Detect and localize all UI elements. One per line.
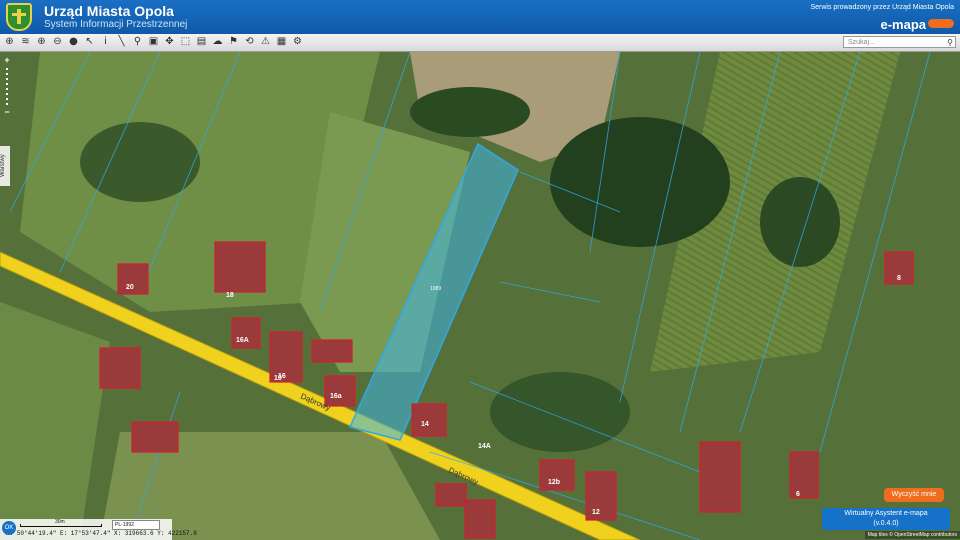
crs-select[interactable]: PL-1992 <box>112 520 160 530</box>
house-number-16a-upper: 16A <box>236 337 249 344</box>
pin-icon[interactable]: ⚑ <box>227 35 240 49</box>
map-attribution: Map tiles © OpenStreetMap contributors <box>864 531 960 539</box>
measure-line-icon[interactable]: ╲ <box>115 35 128 49</box>
layers-side-tab[interactable]: Warstwy <box>0 146 10 186</box>
layers-icon[interactable]: ≋ <box>19 35 32 49</box>
assistant-version: (v.0.4.0) <box>873 520 899 527</box>
app-title: Urząd Miasta Opola <box>44 3 174 19</box>
info-icon[interactable]: i <box>99 35 112 49</box>
house-number-10: 10 <box>274 375 282 382</box>
pan-icon[interactable]: ✥ <box>163 35 176 49</box>
tree-cluster-1 <box>410 87 530 137</box>
house-number-6: 6 <box>796 491 800 498</box>
app-subtitle: System Informacji Przestrzennej <box>44 19 188 30</box>
tree-cluster-4 <box>80 122 200 202</box>
zoom-in-button[interactable]: + <box>2 56 12 65</box>
tools-icon[interactable]: ⚙ <box>291 35 304 49</box>
app-header: Urząd Miasta Opola System Informacji Prz… <box>0 0 960 34</box>
house-number-12: 12 <box>592 509 600 516</box>
search-icon[interactable]: ⚲ <box>947 37 953 49</box>
house-number-16a-lower: 16a <box>330 393 342 400</box>
pointer-icon[interactable]: ↖ <box>83 35 96 49</box>
warning-icon[interactable]: ⚠ <box>259 35 272 49</box>
palette-icon[interactable]: ▦ <box>275 35 288 49</box>
zoom-level-step[interactable] <box>6 98 8 100</box>
zoom-level-step[interactable] <box>6 88 8 90</box>
search-placeholder: Szukaj... <box>848 39 875 46</box>
search-input[interactable]: Szukaj... ⚲ <box>843 36 956 48</box>
parcel-number-label: 1089 <box>430 286 441 292</box>
house-number-14a: 14A <box>478 443 491 450</box>
status-bar: 30m PL-1992 N: 50°44'19.4" E: 17°53'47.4… <box>0 519 197 540</box>
house-number-20: 20 <box>126 284 134 291</box>
forest-patch <box>550 117 730 247</box>
house-number-14: 14 <box>421 421 429 428</box>
virtual-assistant-button[interactable]: Wirtualny Asystent e-mapa (v.0.4.0) <box>822 508 950 530</box>
tool-buttons: ⊕ ≋ ⊕ ⊖ ● ↖ i ╲ ⚲ ▣ ✥ ⬚ ▤ ☁ ⚑ ⟲ ⚠ ▦ ⚙ <box>3 35 304 49</box>
zoom-level-step[interactable] <box>6 73 8 75</box>
zoom-level-step[interactable] <box>6 103 8 105</box>
full-extent-icon[interactable]: ● <box>67 35 80 49</box>
zoom-in-icon[interactable]: ⊕ <box>35 35 48 49</box>
zoom-level-step[interactable] <box>6 78 8 80</box>
table-icon[interactable]: ▤ <box>195 35 208 49</box>
print-icon[interactable]: ▣ <box>147 35 160 49</box>
measure-area-icon[interactable]: ⚲ <box>131 35 144 49</box>
globe-icon[interactable]: ⊕ <box>3 35 16 49</box>
aerial-map[interactable]: 20 18 16A 16 10 16a 14 14A 12b 12 8 6 Dą… <box>0 52 960 540</box>
zoom-level-step[interactable] <box>6 68 8 70</box>
served-by-text: Serwis prowadzony przez Urząd Miasta Opo… <box>810 4 954 11</box>
zoom-level-step[interactable] <box>6 83 8 85</box>
zoom-level-step[interactable] <box>6 93 8 95</box>
clear-button[interactable]: Wyczyść mnie <box>884 488 944 502</box>
emapa-logo <box>928 19 954 28</box>
scale-label: 30m <box>55 519 65 525</box>
assistant-title: Wirtualny Asystent e-mapa <box>844 510 928 517</box>
route-icon[interactable]: ⟲ <box>243 35 256 49</box>
zoom-out-button[interactable]: − <box>2 108 12 117</box>
cloud-icon[interactable]: ☁ <box>211 35 224 49</box>
ok-button[interactable]: OK <box>2 521 16 535</box>
coordinate-readout: N: 50°44'19.4" E: 17°53'47.4" X: 319663.… <box>6 530 197 537</box>
toolbar: ⊕ ≋ ⊕ ⊖ ● ↖ i ╲ ⚲ ▣ ✥ ⬚ ▤ ☁ ⚑ ⟲ ⚠ ▦ ⚙ Sz… <box>0 34 960 52</box>
zoom-out-icon[interactable]: ⊖ <box>51 35 64 49</box>
select-icon[interactable]: ⬚ <box>179 35 192 49</box>
house-number-12b: 12b <box>548 479 560 486</box>
zoom-bar: + − <box>2 56 12 140</box>
tree-cluster-2 <box>760 177 840 267</box>
house-number-8: 8 <box>897 275 901 282</box>
city-crest-logo <box>6 3 32 31</box>
emapa-brand: e-mapa <box>880 17 926 32</box>
house-number-18: 18 <box>226 292 234 299</box>
tree-cluster-3 <box>490 372 630 452</box>
